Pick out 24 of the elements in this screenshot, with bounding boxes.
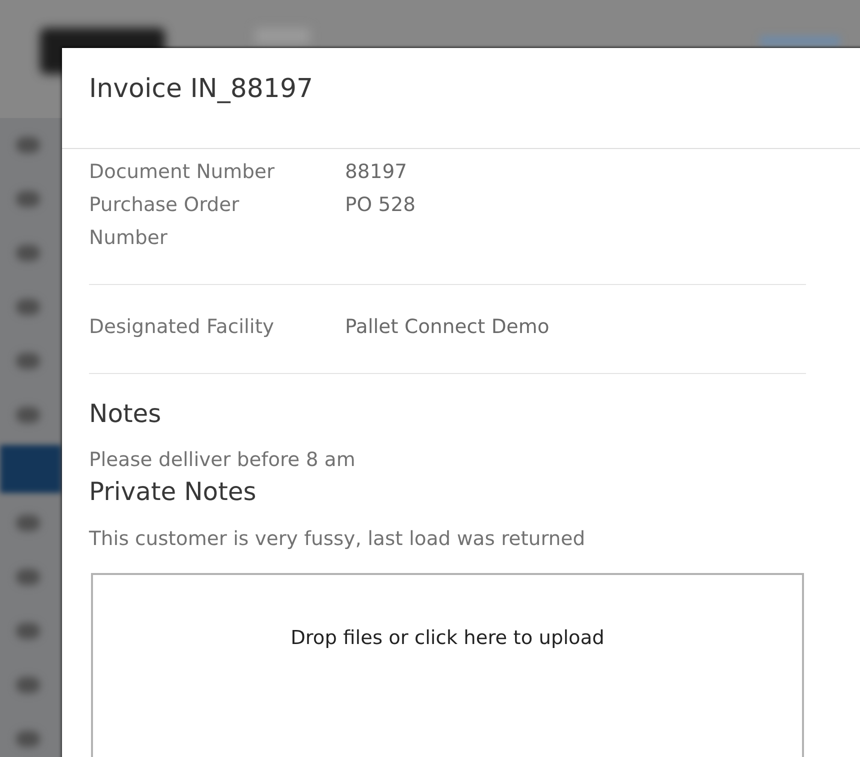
field-label: Purchase Order Number [89,192,240,251]
blurred-menu-item[interactable] [16,407,40,423]
blurred-menu-item[interactable] [16,515,40,531]
blurred-menu-item[interactable] [0,445,62,493]
field-label: Designated Facility [89,314,276,340]
blurred-menu-item[interactable] [16,569,40,585]
field-value: PO 528 [345,192,416,218]
field-value: Pallet Connect Demo [345,314,550,340]
blurred-menu-item[interactable] [16,353,40,369]
blurred-menu-item[interactable] [16,623,40,639]
dialog-title: Invoice IN_88197 [89,74,314,104]
private-notes-heading: Private Notes [89,478,256,506]
blurred-menu-item[interactable] [16,245,40,261]
notes-heading: Notes [89,400,162,428]
private-notes-text: This customer is very fussy, last load was returned [89,527,586,551]
field-label: Document Number [89,159,276,185]
blurred-menu-item[interactable] [16,731,40,747]
blurred-menu-item[interactable] [16,137,40,153]
blurred-menu-item[interactable] [16,299,40,315]
blurred-menu-item[interactable] [16,191,40,207]
file-dropzone[interactable]: Drop files or click here to upload [91,573,804,757]
blurred-menu-item[interactable] [16,677,40,693]
notes-text: Please delliver before 8 am [89,448,356,472]
field-value: 88197 [345,159,408,185]
